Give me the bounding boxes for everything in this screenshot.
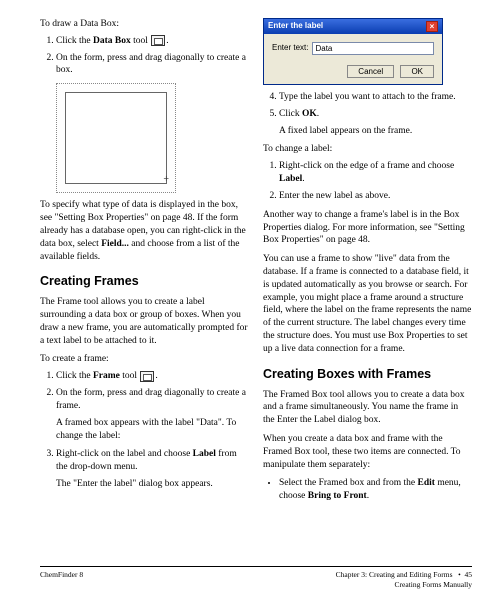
menu-label: Field... <box>101 239 129 249</box>
menu-command: Bring to Front <box>308 491 367 501</box>
step-text: On the form, press and drag diagonally t… <box>56 388 246 411</box>
close-icon[interactable]: × <box>426 21 438 32</box>
menu-name: Edit <box>418 478 435 488</box>
dialog-title-text: Enter the label <box>268 21 323 32</box>
cancel-button[interactable]: Cancel <box>347 65 394 78</box>
body-paragraph: You can use a frame to show "live" data … <box>263 253 472 356</box>
body-paragraph: The Frame tool allows you to create a la… <box>40 296 249 347</box>
cursor-crosshair-icon: + <box>163 173 169 187</box>
list-item: Click the Data Box tool . <box>56 35 249 48</box>
list-item: Click OK. A fixed label appears on the f… <box>279 108 472 138</box>
heading-boxes-with-frames: Creating Boxes with Frames <box>263 366 472 383</box>
step-text: Click <box>279 109 302 119</box>
page-number: 45 <box>465 570 473 579</box>
body-paragraph: Another way to change a frame's label is… <box>263 209 472 247</box>
step-text: tool <box>120 371 140 381</box>
change-label-steps: Right-click on the edge of a frame and c… <box>263 160 472 202</box>
frame-steps: Click the Frame tool . On the form, pres… <box>40 370 249 491</box>
box-preview: + <box>56 83 176 193</box>
list-item: Select the Framed box and from the Edit … <box>279 477 472 503</box>
list-item: Type the label you want to attach to the… <box>279 91 472 104</box>
step-result: The "Enter the label" dialog box appears… <box>56 478 249 491</box>
page-footer: ChemFinder 8 Chapter 3: Creating and Edi… <box>40 566 472 590</box>
list-item: On the form, press and drag diagonally t… <box>56 52 249 78</box>
step-text: . <box>155 371 157 381</box>
step-result: A framed box appears with the label "Dat… <box>56 417 249 443</box>
bullet-text: . <box>367 491 369 501</box>
page-columns: To draw a Data Box: Click the Data Box t… <box>40 18 472 509</box>
enter-label-dialog: Enter the label × Enter text: Cancel OK <box>263 18 443 85</box>
list-item: Click the Frame tool . <box>56 370 249 383</box>
list-item: Right-click on the edge of a frame and c… <box>279 160 472 186</box>
footer-chapter: Chapter 3: Creating and Editing Forms <box>336 570 453 579</box>
footer-section: Creating Forms Manually <box>336 580 472 590</box>
dialog-button-row: Cancel OK <box>272 65 434 78</box>
footer-product: ChemFinder 8 <box>40 570 83 590</box>
step-text: Right-click on the label and choose <box>56 449 193 459</box>
intro-text: To change a label: <box>263 143 472 156</box>
frame-steps-cont: Type the label you want to attach to the… <box>263 91 472 137</box>
step-text: tool <box>131 36 151 46</box>
list-item: Right-click on the label and choose Labe… <box>56 448 249 490</box>
bullet-text: Select the Framed box and from the <box>279 478 418 488</box>
separate-steps: Select the Framed box and from the Edit … <box>263 477 472 503</box>
step-text: Right-click on the edge of a frame and c… <box>279 161 454 171</box>
dialog-input-label: Enter text: <box>272 43 308 54</box>
databox-steps: Click the Data Box tool . On the form, p… <box>40 35 249 77</box>
menu-label: Label <box>193 449 216 459</box>
step-text: Click the <box>56 36 93 46</box>
menu-label: Label <box>279 174 302 184</box>
dialog-input-row: Enter text: <box>272 42 434 55</box>
databox-tool-icon <box>151 35 165 46</box>
tool-name: Data Box <box>93 36 131 46</box>
right-column: Enter the label × Enter text: Cancel OK … <box>263 18 472 509</box>
tool-name: Frame <box>93 371 120 381</box>
dialog-body: Enter text: Cancel OK <box>264 34 442 84</box>
body-paragraph: The Framed Box tool allows you to create… <box>263 389 472 427</box>
step-text: . <box>317 109 319 119</box>
step-text: . <box>302 174 304 184</box>
label-input[interactable] <box>312 42 434 55</box>
step-text: Click the <box>56 371 93 381</box>
footer-right: Chapter 3: Creating and Editing Forms • … <box>336 570 472 590</box>
intro-text: To draw a Data Box: <box>40 18 249 31</box>
ok-button[interactable]: OK <box>400 65 434 78</box>
list-item: On the form, press and drag diagonally t… <box>56 387 249 442</box>
body-paragraph: To specify what type of data is displaye… <box>40 199 249 263</box>
intro-text: To create a frame: <box>40 353 249 366</box>
step-text: . <box>166 36 168 46</box>
step-result: A fixed label appears on the frame. <box>279 125 472 138</box>
button-name: OK <box>302 109 317 119</box>
heading-creating-frames: Creating Frames <box>40 273 249 290</box>
dialog-titlebar: Enter the label × <box>264 19 442 34</box>
body-paragraph: When you create a data box and frame wit… <box>263 433 472 471</box>
frame-tool-icon <box>140 371 154 382</box>
list-item: Enter the new label as above. <box>279 190 472 203</box>
left-column: To draw a Data Box: Click the Data Box t… <box>40 18 249 509</box>
